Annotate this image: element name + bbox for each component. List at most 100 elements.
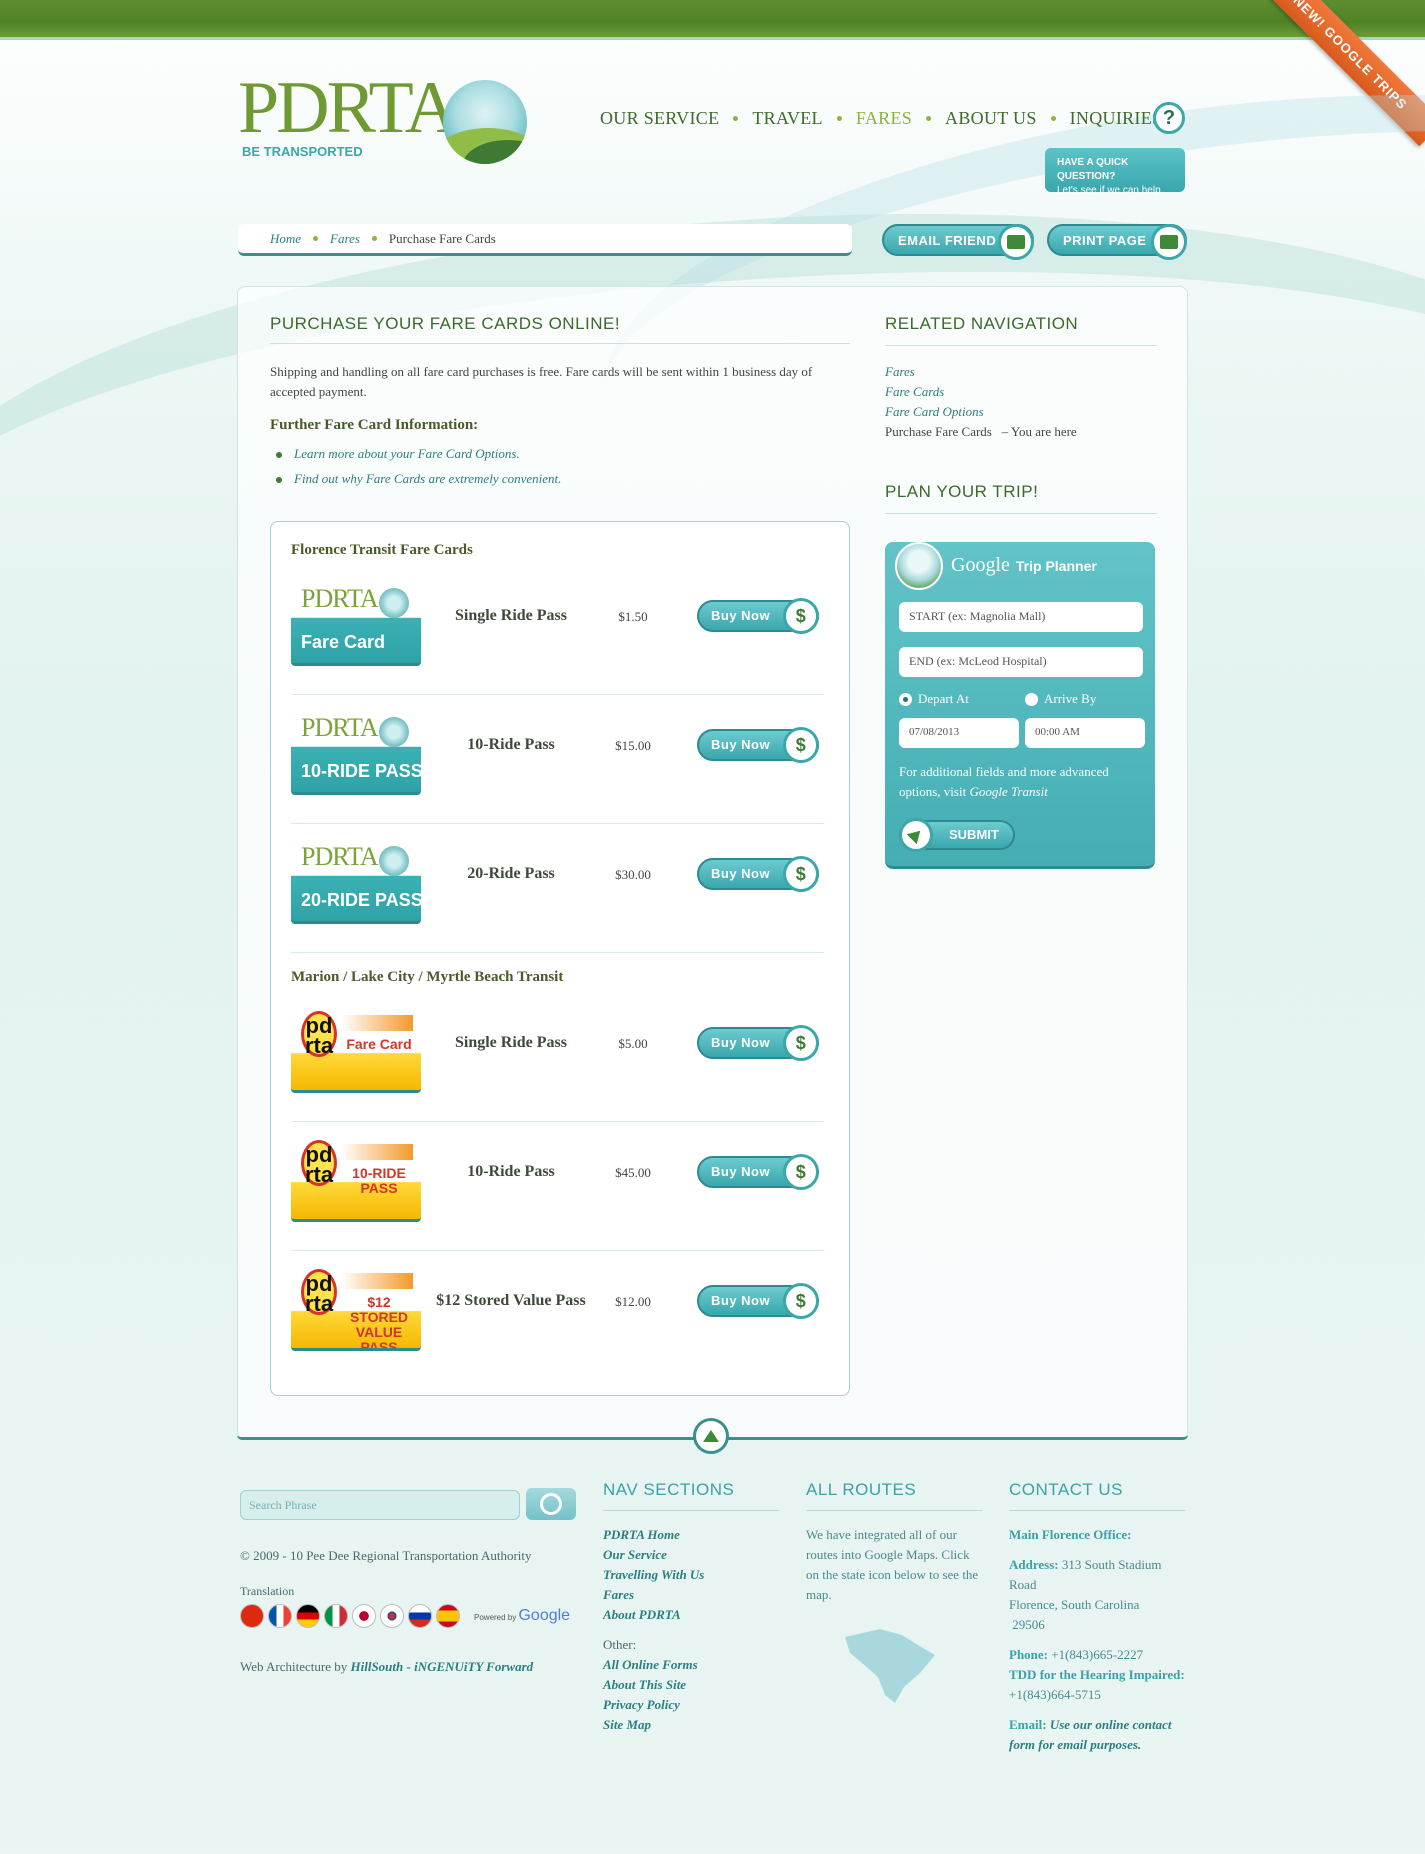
card-logo: PDRTA [301,842,379,871]
footer-link-travelling[interactable]: Travelling With Us [603,1565,779,1585]
date-input[interactable]: 07/08/2013 [899,718,1019,748]
buy-now-button[interactable]: Buy Now $ [697,856,819,892]
related-link-fares[interactable]: Fares [885,362,1077,382]
site-logo[interactable]: PDRTA BE TRANSPORTED [238,67,528,172]
related-link-fare-card-options[interactable]: Fare Card Options [885,402,1077,422]
nav-about-us[interactable]: ABOUT US [945,108,1037,129]
start-input[interactable]: START (ex: Magnolia Mall) [899,602,1143,632]
footer-link-about[interactable]: About PDRTA [603,1605,779,1625]
fare-card-image: pd rta 10-RIDE PASS [291,1136,421,1222]
related-nav: Fares Fare Cards Fare Card Options Purch… [885,362,1077,442]
further-link-convenient[interactable]: Find out why Fare Cards are extremely co… [276,471,561,487]
trip-planner-label: Trip Planner [1015,558,1097,574]
korea-flag-icon[interactable] [380,1604,404,1628]
nav-separator [926,116,932,121]
search-button[interactable] [526,1488,576,1520]
print-page-button[interactable]: PRINT PAGE [1047,224,1187,260]
footer-link-home[interactable]: PDRTA Home [603,1525,779,1545]
depart-at-label: Depart At [918,691,969,706]
fare-card-image: PDRTA 10-RIDE PASS [291,709,421,795]
footer-link-forms[interactable]: All Online Forms [603,1655,779,1675]
breadcrumb-home[interactable]: Home [270,231,301,247]
nav-our-service[interactable]: OUR SERVICE [600,108,719,129]
print-page-label: PRINT PAGE [1063,232,1147,248]
buy-now-label: Buy Now [711,608,771,623]
divider [885,345,1157,346]
footer-link-about-site[interactable]: About This Site [603,1675,779,1695]
buy-now-button[interactable]: Buy Now $ [697,1154,819,1190]
buy-now-button[interactable]: Buy Now $ [697,598,819,634]
fare-row: pd rta Fare Card Single Ride Pass $5.00 … [291,993,824,1122]
hillsouth-link[interactable]: HillSouth - iNGENUiTY Forward [351,1659,534,1674]
nav-inquiries[interactable]: INQUIRIES [1070,108,1163,129]
card-text: Fare Card [346,1036,412,1052]
china-flag-icon[interactable] [240,1604,264,1628]
breadcrumb-fares[interactable]: Fares [330,231,360,247]
related-current-label: Purchase Fare Cards [885,424,992,439]
web-architecture-credit: Web Architecture by HillSouth - iNGENUiT… [240,1659,533,1675]
nav-separator [733,116,739,121]
submit-button[interactable]: SUBMIT [899,818,1015,852]
trip-planner: Google Trip Planner START (ex: Magnolia M… [885,542,1155,869]
footer-link-fares[interactable]: Fares [603,1585,779,1605]
radio-checked-icon [899,692,912,706]
nav-travel[interactable]: TRAVEL [752,108,822,129]
plan-trip-heading: PLAN YOUR TRIP! [885,482,1039,501]
footer-link-service[interactable]: Our Service [603,1545,779,1565]
logo-sun-icon [443,80,527,164]
footer-link-sitemap[interactable]: Site Map [603,1715,779,1735]
pass-name: $12 Stored Value Pass [436,1292,586,1309]
card-logo: pd rta [301,1269,337,1315]
fare-cards-box: Florence Transit Fare Cards PDRTA Fare C… [270,521,850,1396]
fare-row: PDRTA 20-RIDE PASS 20-Ride Pass $30.00 B… [291,824,824,953]
depart-at-radio[interactable]: Depart At [899,691,969,707]
card-text: $12 STORED VALUE PASS [349,1294,409,1351]
italy-flag-icon[interactable] [324,1604,348,1628]
top-banner [0,0,1425,40]
related-link-fare-cards[interactable]: Fare Cards [885,382,1077,402]
email-friend-button[interactable]: EMAIL FRIEND [882,224,1034,260]
buy-now-button[interactable]: Buy Now $ [697,1283,819,1319]
quick-question-bubble[interactable]: HAVE A QUICK QUESTION? Let's see if we c… [1045,148,1185,196]
footer-link-privacy[interactable]: Privacy Policy [603,1695,779,1715]
further-link-options[interactable]: Learn more about your Fare Card Options. [276,446,561,462]
time-input[interactable]: 00:00 AM [1025,718,1145,748]
nav-fares[interactable]: FARES [856,108,912,129]
google-brand: Google [951,554,1010,576]
pass-price: $15.00 [615,738,651,753]
help-question-icon[interactable]: ? [1153,102,1185,134]
back-to-top-icon[interactable] [693,1418,729,1454]
buy-now-button[interactable]: Buy Now $ [697,727,819,763]
web-arch-label: Web Architecture by [240,1659,348,1674]
trip-note: For additional fields and more advanced … [899,762,1143,802]
google-transit-link[interactable]: Google Transit [969,784,1047,799]
fare-row: PDRTA 10-RIDE PASS 10-Ride Pass $15.00 B… [291,695,824,824]
intro-text: Shipping and handling on all fare card p… [270,364,813,399]
footer-nav-sections: NAV SECTIONS PDRTA Home Our Service Trav… [603,1480,779,1735]
pass-name: 20-Ride Pass [467,865,555,882]
card-sun-icon [379,717,409,747]
copyright: © 2009 - 10 Pee Dee Regional Transportat… [240,1548,532,1563]
card-logo: PDRTA [301,584,379,613]
main-nav: OUR SERVICE TRAVEL FARES ABOUT US INQUIR… [600,108,1162,129]
further-info-list: Learn more about your Fare Card Options.… [276,446,561,496]
tdd-number: +1(843)664-5715 [1009,1687,1101,1702]
dollar-icon: $ [783,598,819,634]
fare-row: pd rta 10-RIDE PASS 10-Ride Pass $45.00 … [291,1122,824,1251]
buy-now-button[interactable]: Buy Now $ [697,1025,819,1061]
all-routes-heading: ALL ROUTES [806,1480,982,1511]
card-text: 10-RIDE PASS [352,1165,406,1196]
spain-flag-icon[interactable] [436,1604,460,1628]
page-title: PURCHASE YOUR FARE CARDS ONLINE! [270,314,621,333]
france-flag-icon[interactable] [268,1604,292,1628]
russia-flag-icon[interactable] [408,1604,432,1628]
japan-flag-icon[interactable] [352,1604,376,1628]
end-input[interactable]: END (ex: McLeod Hospital) [899,647,1143,677]
germany-flag-icon[interactable] [296,1604,320,1628]
search-input[interactable]: Search Phrase [240,1490,520,1520]
south-carolina-map-icon[interactable] [840,1625,940,1705]
other-label: Other: [603,1637,637,1652]
translation-flags: Powered by Google [240,1604,570,1628]
arrive-by-radio[interactable]: Arrive By [1025,691,1096,707]
address-label: Address: [1009,1557,1059,1572]
